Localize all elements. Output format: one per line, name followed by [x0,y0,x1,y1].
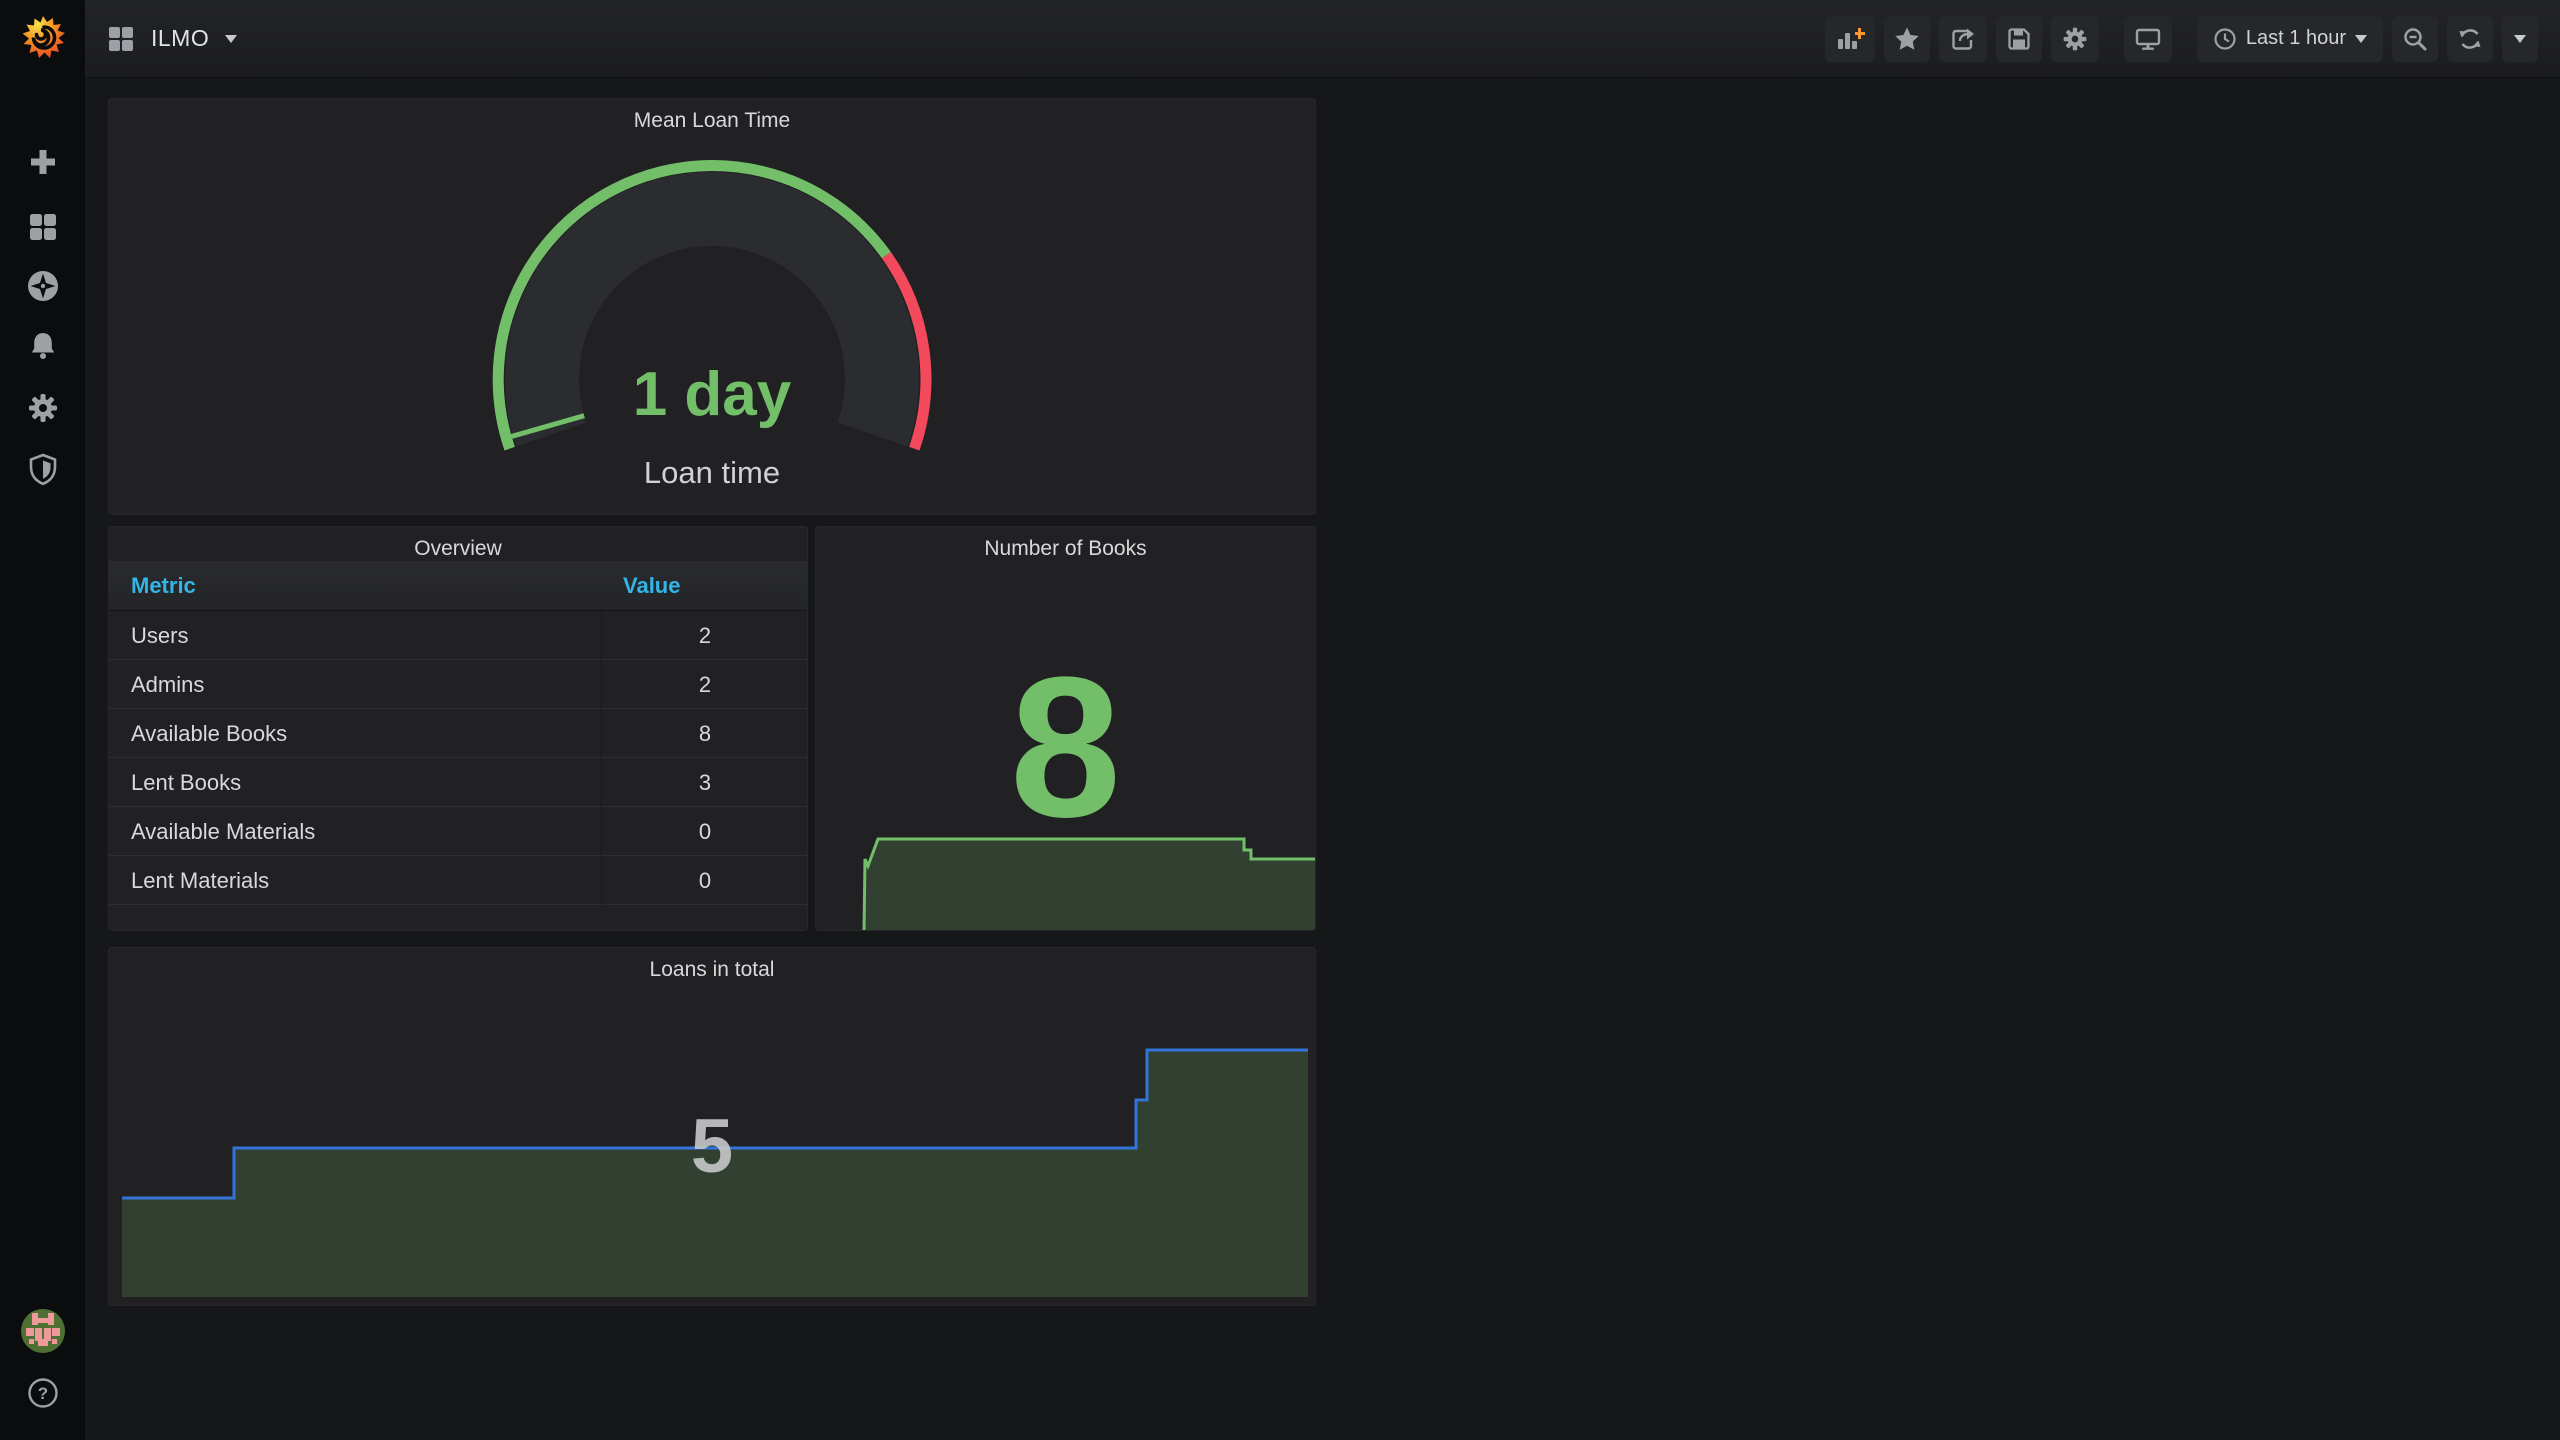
gauge-chart [492,160,932,451]
panel-title[interactable]: Overview [109,527,807,561]
refresh-interval-dropdown[interactable] [2502,15,2538,62]
sidebar-item-create[interactable] [0,140,85,184]
sidebar-item-profile[interactable] [0,1309,85,1353]
value-cell: 8 [698,721,712,746]
metric-cell: Users [131,623,189,648]
add-panel-icon [1837,27,1865,49]
panel-title[interactable]: Number of Books [816,527,1315,561]
shield-icon [29,453,56,486]
table-row: Lent Materials 0 [109,856,807,905]
apps-grid-icon [109,26,133,51]
gauge-value: 1 day [632,360,792,429]
column-header-value[interactable]: Value [623,561,680,611]
time-range-label: Last 1 hour [2245,27,2346,49]
chevron-down-icon [225,34,238,43]
table-row: Users 2 [109,611,807,660]
save-icon [2008,27,2030,50]
refresh-button[interactable] [2447,15,2493,62]
star-button[interactable] [1883,15,1930,62]
value-cell: 2 [698,672,712,697]
panel-loans-in-total: Loans in total 5 [108,947,1316,1306]
loans-count-value: 5 [690,1104,734,1189]
sidebar-item-server-admin[interactable] [0,447,85,491]
gear-icon [28,394,57,422]
gear-icon [2063,27,2087,50]
help-icon: ? [27,1378,58,1408]
metric-cell: Lent Books [131,770,242,795]
table-row: Available Books 8 [109,709,807,758]
sidebar-item-explore[interactable] [0,264,85,308]
bell-icon [31,333,54,359]
overview-table: Metric Value Users 2 Admins 2 Available … [109,561,807,905]
sidebar: ? [0,0,85,1440]
panel-number-of-books: Number of Books 8 [815,526,1316,931]
grafana-logo[interactable] [0,14,85,62]
panel-mean-loan-time: Mean Loan Time 1 day Loan time [108,98,1316,515]
table-header-row: Metric Value [109,561,807,611]
star-icon [1895,27,1919,50]
share-icon [1952,28,1974,50]
column-header-metric[interactable]: Metric [131,561,196,611]
dashboards-grid-icon [29,214,56,240]
metric-cell: Lent Materials [131,868,270,893]
sidebar-item-configuration[interactable] [0,386,85,430]
sidebar-item-help[interactable]: ? [0,1377,85,1409]
sidebar-item-dashboards[interactable] [0,205,85,249]
metric-cell: Available Books [131,721,288,746]
books-count-value: 8 [1009,636,1122,859]
share-button[interactable] [1938,15,1987,62]
cycle-view-button[interactable] [2123,15,2172,62]
dashboard-settings-button[interactable] [2050,15,2099,62]
chevron-down-icon [2514,34,2526,43]
dashboard-title-group[interactable]: ILMO [107,25,238,53]
panel-title[interactable]: Loans in total [109,948,1315,982]
time-range-picker[interactable]: Last 1 hour [2196,15,2383,62]
svg-text:?: ? [37,1384,47,1403]
navbar: ILMO Last 1 hour [85,0,2560,78]
metric-cell: Admins [131,672,205,697]
value-cell: 3 [698,770,712,795]
table-row: Admins 2 [109,660,807,709]
metric-cell: Available Materials [131,819,316,844]
compass-icon [27,271,58,301]
table-row: Available Materials 0 [109,807,807,856]
save-button[interactable] [1995,15,2042,62]
grafana-flame-icon [22,16,65,58]
add-panel-button[interactable] [1824,15,1875,62]
zoom-out-icon [2404,27,2427,50]
chevron-down-icon [2355,34,2367,43]
value-cell: 2 [698,623,712,648]
grafana-dashboard: ? ILMO Last 1 hour Mean Loan Time 1 day … [0,0,2560,1440]
table-row: Lent Books 3 [109,758,807,807]
user-avatar [20,1309,65,1353]
refresh-icon [2459,28,2481,49]
zoom-out-button[interactable] [2392,15,2438,62]
clock-icon [2214,27,2236,50]
panel-overview: Overview Metric Value Users 2 Admins 2 A… [108,526,808,931]
navbar-actions: Last 1 hour [1824,15,2538,62]
gauge-label: Loan time [643,455,781,490]
value-cell: 0 [698,868,712,893]
panel-title[interactable]: Mean Loan Time [109,99,1315,133]
dashboard-title: ILMO [151,25,210,51]
monitor-icon [2135,28,2161,50]
value-cell: 0 [698,819,712,844]
plus-icon [30,150,55,174]
column-divider [601,611,602,905]
sidebar-item-alerting[interactable] [0,324,85,368]
